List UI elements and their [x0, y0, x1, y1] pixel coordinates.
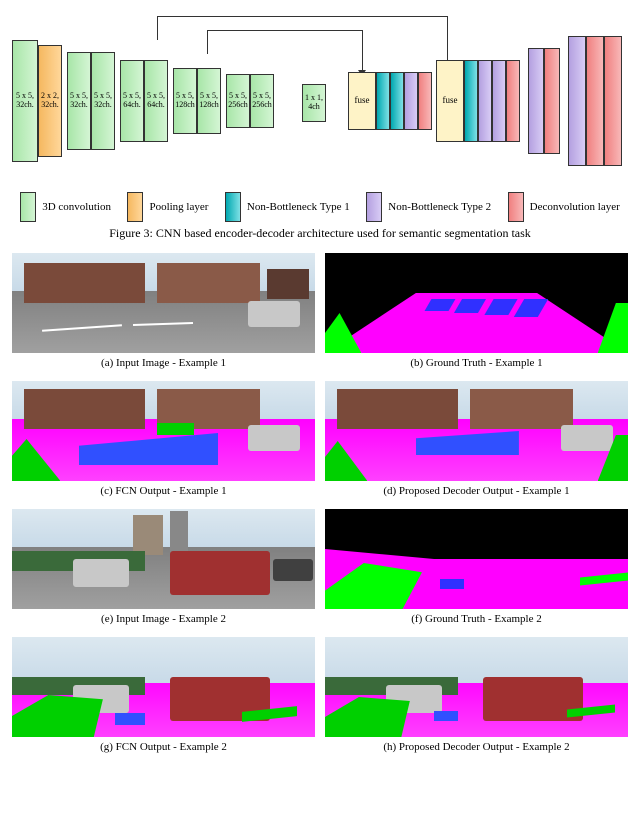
swatch-nb1 [225, 192, 241, 222]
nb1-b [390, 72, 404, 130]
enc-block-4: 5 x 5,64ch. [120, 60, 144, 142]
swatch-pool [127, 192, 143, 222]
nb1-a [376, 72, 390, 130]
nb2-a [404, 72, 418, 130]
caption-d: (d) Proposed Decoder Output - Example 1 [325, 485, 628, 497]
legend-nb2-label: Non-Bottleneck Type 2 [388, 201, 491, 213]
architecture-diagram: 5 x 5,32ch. 2 x 2,32ch. 5 x 5,32ch. 5 x … [12, 12, 628, 182]
enc-block-7: 5 x 5,128ch [197, 68, 221, 134]
legend: 3D convolution Pooling layer Non-Bottlen… [12, 192, 628, 222]
legend-conv3d-label: 3D convolution [42, 201, 111, 213]
panel-b: (b) Ground Truth - Example 1 [325, 253, 628, 375]
deconv-a [418, 72, 432, 130]
deconv-b [506, 60, 520, 142]
legend-nb2: Non-Bottleneck Type 2 [366, 192, 491, 222]
skip-arrow-inner [207, 30, 362, 31]
nb2-b [478, 60, 492, 142]
legend-conv3d: 3D convolution [20, 192, 111, 222]
nb1-c [464, 60, 478, 142]
nb2-d [528, 48, 544, 154]
enc-block-1: 2 x 2,32ch. [38, 45, 62, 157]
fuse-block-1: fuse [348, 72, 376, 130]
panel-a: (a) Input Image - Example 1 [12, 253, 315, 375]
img-f [325, 509, 628, 609]
legend-deconv: Deconvolution layer [508, 192, 620, 222]
caption-a: (a) Input Image - Example 1 [12, 357, 315, 369]
img-e [12, 509, 315, 609]
skip-arrow-outer [157, 16, 447, 17]
swatch-deconv [508, 192, 524, 222]
img-h [325, 637, 628, 737]
results-grid: (a) Input Image - Example 1 (b) Ground T… [12, 253, 628, 759]
panel-e: (e) Input Image - Example 2 [12, 509, 315, 631]
img-d [325, 381, 628, 481]
enc-block-8: 5 x 5,256ch [226, 74, 250, 128]
enc-block-3: 5 x 5,32ch. [91, 52, 115, 150]
panel-h: (h) Proposed Decoder Output - Example 2 [325, 637, 628, 759]
img-c [12, 381, 315, 481]
deconv-c [544, 48, 560, 154]
swatch-conv3d [20, 192, 36, 222]
nb2-c [492, 60, 506, 142]
skip-arrow-inner-right [362, 30, 363, 70]
panel-c: (c) FCN Output - Example 1 [12, 381, 315, 503]
mid-block: 1 x 1,4ch [302, 84, 326, 122]
legend-pool-label: Pooling layer [149, 201, 208, 213]
skip-arrow-inner-left [207, 30, 208, 54]
img-g [12, 637, 315, 737]
caption-g: (g) FCN Output - Example 2 [12, 741, 315, 753]
enc-block-5: 5 x 5,64ch. [144, 60, 168, 142]
caption-h: (h) Proposed Decoder Output - Example 2 [325, 741, 628, 753]
deconv-e [604, 36, 622, 166]
enc-block-6: 5 x 5,128ch [173, 68, 197, 134]
legend-deconv-label: Deconvolution layer [530, 201, 620, 213]
enc-block-2: 5 x 5,32ch. [67, 52, 91, 150]
img-b [325, 253, 628, 353]
enc-block-9: 5 x 5,256ch [250, 74, 274, 128]
legend-pool: Pooling layer [127, 192, 208, 222]
enc-block-0: 5 x 5,32ch. [12, 40, 38, 162]
deconv-d [586, 36, 604, 166]
caption-b: (b) Ground Truth - Example 1 [325, 357, 628, 369]
panel-f: (f) Ground Truth - Example 2 [325, 509, 628, 631]
figure-caption: Figure 3: CNN based encoder-decoder arch… [12, 226, 628, 241]
skip-arrow-outer-left [157, 16, 158, 40]
fuse-block-2: fuse [436, 60, 464, 142]
panel-g: (g) FCN Output - Example 2 [12, 637, 315, 759]
caption-f: (f) Ground Truth - Example 2 [325, 613, 628, 625]
legend-nb1: Non-Bottleneck Type 1 [225, 192, 350, 222]
panel-d: (d) Proposed Decoder Output - Example 1 [325, 381, 628, 503]
caption-c: (c) FCN Output - Example 1 [12, 485, 315, 497]
swatch-nb2 [366, 192, 382, 222]
caption-e: (e) Input Image - Example 2 [12, 613, 315, 625]
legend-nb1-label: Non-Bottleneck Type 1 [247, 201, 350, 213]
nb2-e [568, 36, 586, 166]
img-a [12, 253, 315, 353]
